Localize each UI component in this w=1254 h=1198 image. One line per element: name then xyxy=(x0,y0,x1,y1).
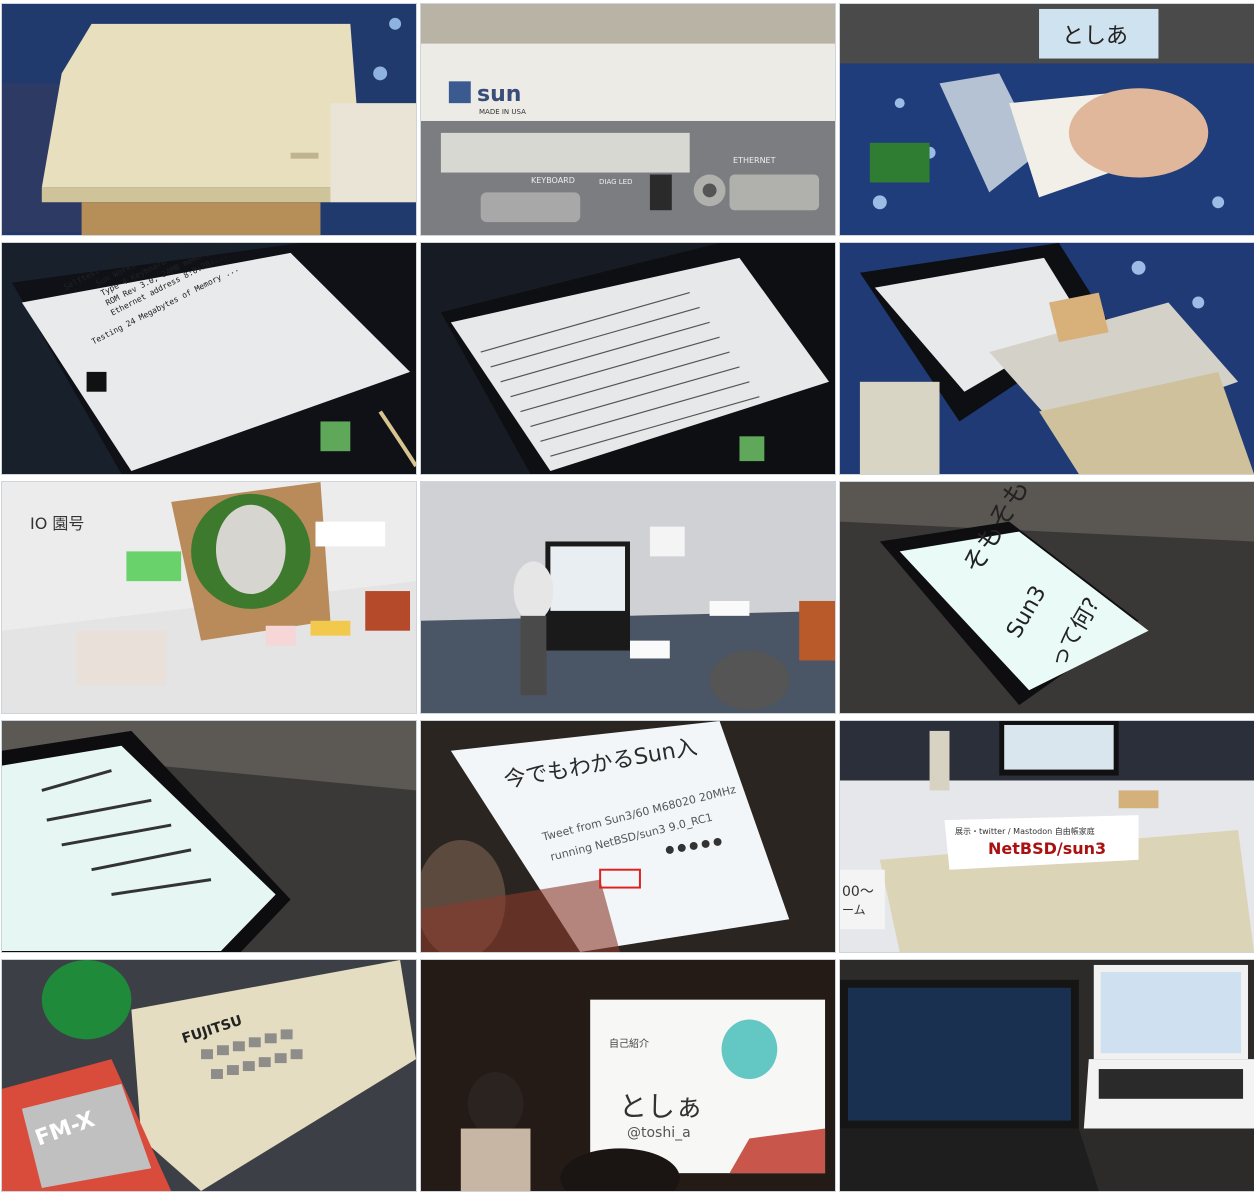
photo-tile[interactable]: としあ xyxy=(839,3,1254,236)
photo-acrylic-box xyxy=(840,4,1254,235)
photo-terminal-screen xyxy=(421,243,835,474)
photo-speaker-slide xyxy=(421,960,835,1191)
photo-slide-tweet xyxy=(421,721,835,952)
photo-tile[interactable] xyxy=(1,720,417,953)
photo-sun-box xyxy=(2,4,416,235)
photo-tile[interactable] xyxy=(420,242,836,475)
photo-tile[interactable] xyxy=(839,242,1254,475)
photo-tile[interactable]: IO 園号 xyxy=(1,481,417,714)
photo-tile[interactable]: そもそも Sun3 って何? xyxy=(839,481,1254,714)
photo-sun-back-panel xyxy=(421,4,835,235)
photo-tile[interactable]: 展示・twitter / Mastodon 自由帳家庭 NetBSD/sun3 … xyxy=(839,720,1254,953)
photo-tile[interactable]: 自己紹介 としぁ @toshi_a xyxy=(420,959,836,1192)
photo-tile[interactable] xyxy=(420,481,836,714)
photo-netbsd-sign xyxy=(840,721,1254,952)
photo-laptops xyxy=(840,960,1254,1191)
photo-gallery: sun MADE IN USA KEYBOARD DIAG LED ETHERN… xyxy=(0,0,1254,1198)
photo-presentation-room xyxy=(421,482,835,713)
photo-monitor-keyboard xyxy=(840,243,1254,474)
photo-tile[interactable] xyxy=(839,959,1254,1192)
photo-tile[interactable]: Selftest Completed. Sun Workstation, Mod… xyxy=(1,242,417,475)
photo-tile[interactable]: FUJITSU FM-X xyxy=(1,959,417,1192)
photo-tile[interactable]: sun MADE IN USA KEYBOARD DIAG LED ETHERN… xyxy=(420,3,836,236)
photo-tile[interactable] xyxy=(1,3,417,236)
photo-slide-angled xyxy=(2,721,416,952)
photo-fujitsu-computer xyxy=(2,960,416,1191)
photo-tile[interactable]: 今でもわかるSun入 Tweet from Sun3/60 M68020 20M… xyxy=(420,720,836,953)
photo-exhibit-table xyxy=(2,482,416,713)
